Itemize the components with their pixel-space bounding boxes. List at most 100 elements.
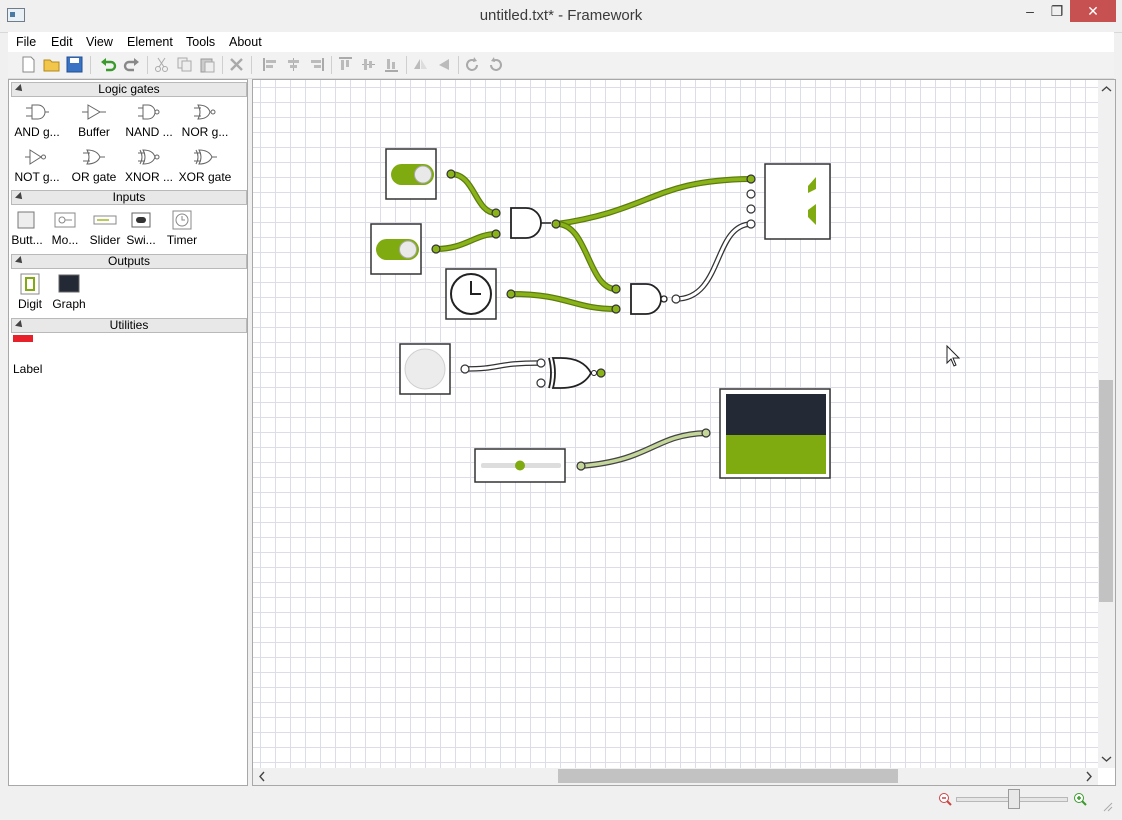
xnor-gate-icon bbox=[138, 149, 160, 165]
toolbar bbox=[8, 52, 1114, 79]
input-port[interactable] bbox=[536, 358, 546, 368]
palette-or-gate[interactable]: OR gate bbox=[66, 146, 122, 184]
input-port[interactable] bbox=[746, 204, 756, 214]
graph-display[interactable] bbox=[719, 388, 831, 479]
input-port[interactable] bbox=[611, 284, 621, 294]
and-gate[interactable] bbox=[510, 207, 551, 239]
menu-tools[interactable]: Tools bbox=[186, 35, 215, 49]
input-port[interactable] bbox=[491, 208, 501, 218]
buffer-icon bbox=[82, 104, 106, 120]
or-gate-icon bbox=[83, 149, 105, 165]
horizontal-scrollbar[interactable] bbox=[253, 768, 1098, 785]
align-bottom-icon[interactable] bbox=[383, 56, 400, 73]
menu-bar: File Edit View Element Tools About bbox=[8, 32, 1114, 52]
input-port[interactable] bbox=[746, 219, 756, 229]
palette-nand-gate[interactable]: NAND ... bbox=[121, 101, 177, 139]
input-port[interactable] bbox=[491, 229, 501, 239]
input-port[interactable] bbox=[611, 304, 621, 314]
palette-label: XOR gate bbox=[178, 170, 232, 184]
cut-icon[interactable] bbox=[153, 56, 170, 73]
zoom-in-icon[interactable] bbox=[1073, 792, 1087, 806]
circuit-diagram[interactable] bbox=[253, 80, 1098, 768]
switch-on[interactable] bbox=[385, 148, 437, 200]
input-port[interactable] bbox=[746, 189, 756, 199]
section-utilities[interactable]: Utilities bbox=[11, 318, 247, 333]
section-logic-gates[interactable]: Logic gates bbox=[11, 82, 247, 97]
menu-about[interactable]: About bbox=[229, 35, 262, 49]
digit-display[interactable] bbox=[764, 163, 831, 240]
xor-gate[interactable] bbox=[548, 357, 597, 389]
palette-nor-gate[interactable]: NOR g... bbox=[177, 101, 233, 139]
save-icon[interactable] bbox=[66, 56, 83, 73]
vertical-scrollbar[interactable] bbox=[1098, 80, 1115, 768]
output-port[interactable] bbox=[596, 368, 606, 378]
palette-xor-gate[interactable]: XOR gate bbox=[177, 146, 233, 184]
align-right-icon[interactable] bbox=[308, 56, 325, 73]
section-title: Logic gates bbox=[98, 82, 160, 96]
nand-gate[interactable] bbox=[630, 283, 668, 315]
clock-input[interactable] bbox=[445, 268, 497, 320]
palette-label: Buffer bbox=[78, 125, 110, 139]
output-port[interactable] bbox=[551, 219, 561, 229]
zoom-out-icon[interactable] bbox=[938, 792, 952, 806]
scroll-up-icon[interactable] bbox=[1098, 82, 1115, 96]
output-port[interactable] bbox=[431, 244, 441, 254]
maximize-button[interactable]: ❐ bbox=[1041, 0, 1073, 22]
vertical-scroll-thumb[interactable] bbox=[1099, 380, 1113, 602]
canvas-area[interactable] bbox=[252, 79, 1116, 786]
menu-edit[interactable]: Edit bbox=[51, 35, 73, 49]
wire-nand-digit[interactable] bbox=[673, 221, 754, 302]
palette-label-tool[interactable]: Label bbox=[1, 335, 63, 376]
toolbar-separator bbox=[406, 56, 407, 74]
section-inputs[interactable]: Inputs bbox=[11, 190, 247, 205]
input-port[interactable] bbox=[746, 174, 756, 184]
output-port[interactable] bbox=[446, 169, 456, 179]
close-button[interactable]: ✕ bbox=[1070, 0, 1116, 22]
palette-timer[interactable]: Timer bbox=[154, 209, 210, 247]
flip-vertical-icon[interactable] bbox=[435, 56, 452, 73]
undo-icon[interactable] bbox=[100, 56, 117, 73]
palette-buffer[interactable]: Buffer bbox=[66, 101, 122, 139]
input-port[interactable] bbox=[701, 428, 711, 438]
section-outputs[interactable]: Outputs bbox=[11, 254, 247, 269]
redo-icon[interactable] bbox=[123, 56, 140, 73]
zoom-slider-thumb[interactable] bbox=[1008, 789, 1020, 809]
rotate-right-icon[interactable] bbox=[487, 56, 504, 73]
label-tool-icon bbox=[13, 335, 33, 342]
menu-file[interactable]: File bbox=[16, 35, 36, 49]
output-port[interactable] bbox=[460, 364, 470, 374]
switch-on[interactable] bbox=[370, 223, 422, 275]
slider-input[interactable] bbox=[474, 448, 566, 483]
copy-icon[interactable] bbox=[176, 56, 193, 73]
output-port[interactable] bbox=[506, 289, 516, 299]
align-middle-icon[interactable] bbox=[360, 56, 377, 73]
palette-not-gate[interactable]: NOT g... bbox=[9, 146, 65, 184]
align-top-icon[interactable] bbox=[337, 56, 354, 73]
flip-horizontal-icon[interactable] bbox=[412, 56, 429, 73]
scroll-down-icon[interactable] bbox=[1098, 752, 1115, 766]
delete-icon[interactable] bbox=[228, 56, 245, 73]
mouse-cursor-icon bbox=[946, 344, 961, 367]
not-gate-icon bbox=[25, 149, 46, 165]
rotate-left-icon[interactable] bbox=[464, 56, 481, 73]
horizontal-scroll-thumb[interactable] bbox=[558, 769, 898, 783]
palette-xnor-gate[interactable]: XNOR ... bbox=[121, 146, 177, 184]
palette-graph[interactable]: Graph bbox=[41, 273, 97, 311]
palette-and-gate[interactable]: AND g... bbox=[9, 101, 65, 139]
paste-icon[interactable] bbox=[199, 56, 216, 73]
palette-label: NAND ... bbox=[125, 125, 173, 139]
scroll-right-icon[interactable] bbox=[1082, 768, 1096, 785]
open-folder-icon[interactable] bbox=[43, 56, 60, 73]
menu-element[interactable]: Element bbox=[127, 35, 173, 49]
output-port[interactable] bbox=[671, 294, 681, 304]
align-left-icon[interactable] bbox=[262, 56, 279, 73]
menu-view[interactable]: View bbox=[86, 35, 113, 49]
new-file-icon[interactable] bbox=[20, 56, 37, 73]
xor-gate-icon bbox=[194, 149, 217, 165]
push-button[interactable] bbox=[399, 343, 451, 395]
input-port[interactable] bbox=[536, 378, 546, 388]
align-center-icon[interactable] bbox=[285, 56, 302, 73]
output-port[interactable] bbox=[576, 461, 586, 471]
scroll-left-icon[interactable] bbox=[255, 768, 269, 785]
resize-grip-icon[interactable] bbox=[1101, 800, 1113, 812]
